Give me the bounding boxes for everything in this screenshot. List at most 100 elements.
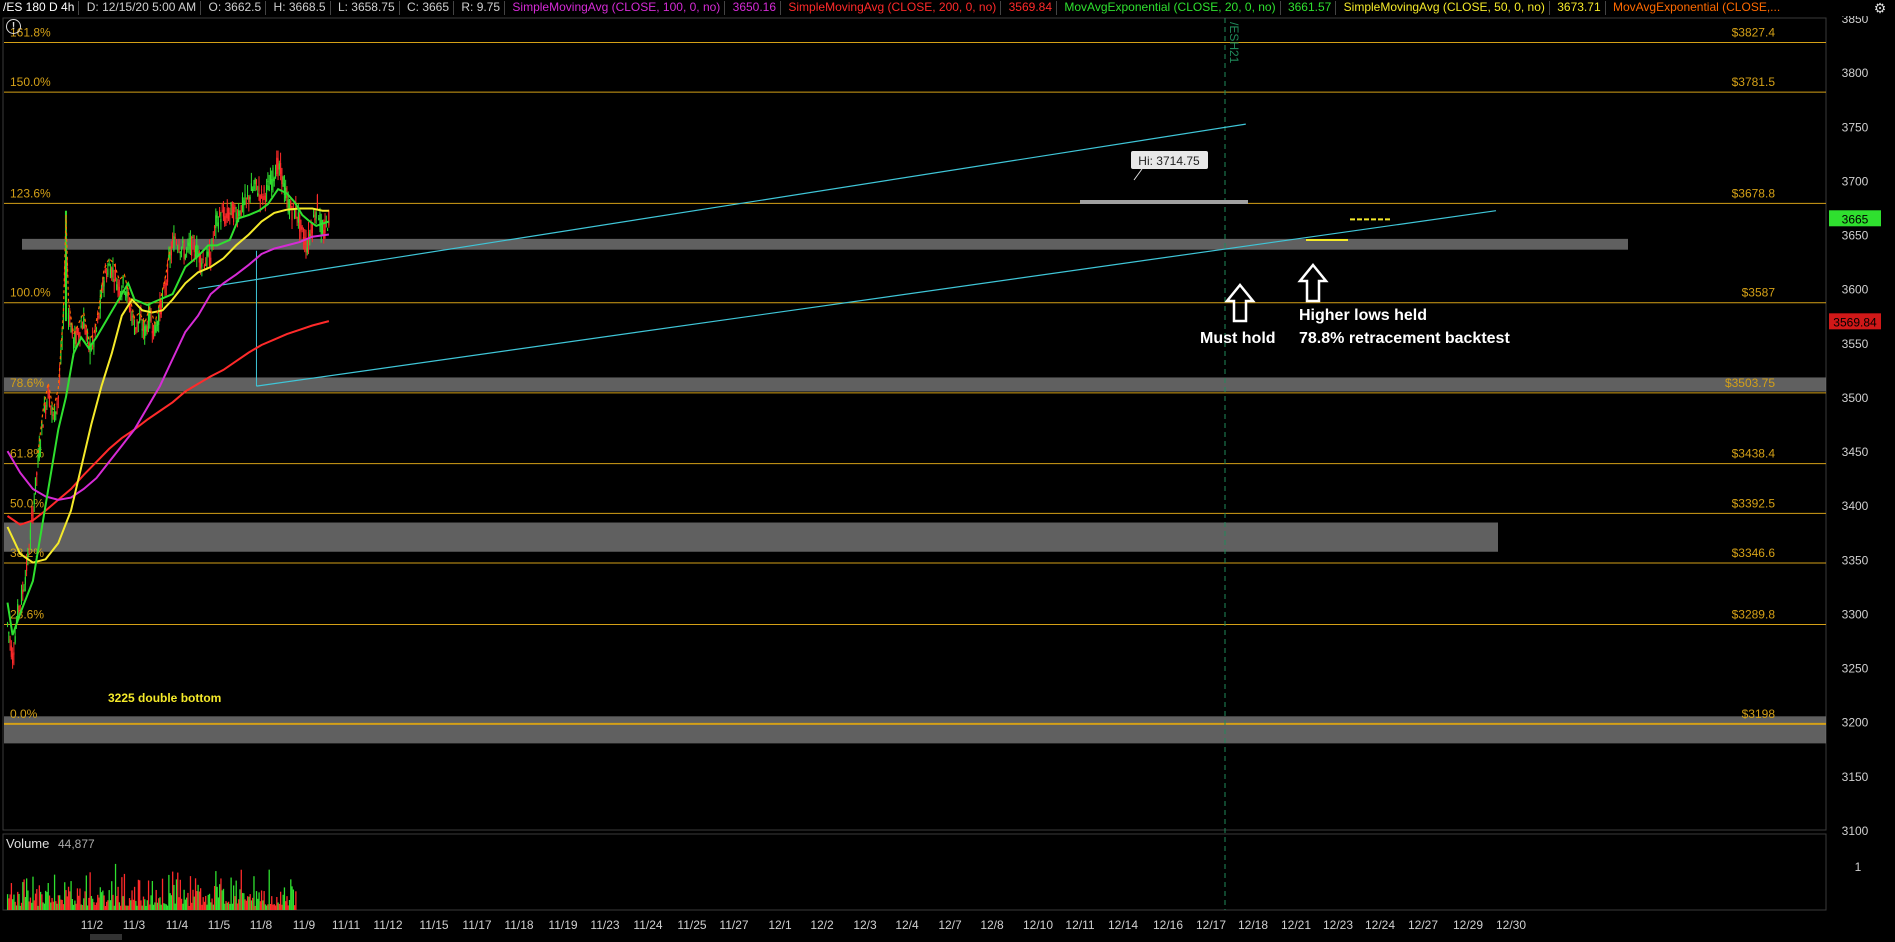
candle-body [225,214,227,218]
candle-body [201,262,203,267]
volume-bar [173,884,175,910]
candle-body [163,284,165,287]
volume-bar [38,885,40,910]
volume-bar [172,871,174,910]
candles-group [6,150,330,669]
volume-bar [222,888,225,910]
candle-body [81,325,84,330]
candle-body [203,264,205,269]
candle-body [78,332,80,337]
volume-bar [259,901,261,910]
candle-body [97,316,99,318]
volume-bar [12,899,14,910]
price-chart[interactable]: 161.8% $3827.4150.0% $3781.5123.6% $3678.81… [0,0,1895,942]
volume-bar [126,905,128,910]
fib-percent-label: 123.6% [10,186,51,200]
candle-body [106,273,108,280]
candle-body [258,186,260,192]
price-tag-label: 3665 [1842,212,1869,226]
candle-body [116,284,118,290]
study-ema-label[interactable]: MovAvgExponential (CLOSE,... [1610,0,1783,15]
volume-bar [170,895,173,910]
candle-body [19,605,21,607]
x-tick-label: 11/5 [208,918,231,932]
volume-bar [59,895,61,910]
higher-lows-label: Higher lows held [1299,307,1427,324]
candle-body [299,214,301,232]
candle-body [202,258,204,260]
volume-bar [6,894,9,910]
volume-bar [10,883,13,910]
volume-bar [151,881,154,910]
x-tick-label: 12/29 [1453,918,1483,932]
channel-lower-line [256,210,1497,387]
sma200-line [6,320,330,526]
volume-bar [163,903,165,910]
volume-bar [31,902,33,910]
volume-bar [168,874,170,910]
candle-body [268,185,270,192]
candle-body [146,326,148,332]
horizontal-scrollbar[interactable] [90,934,122,940]
study-sma200-label[interactable]: SimpleMovingAvg (CLOSE, 200, 0, no) [785,0,999,15]
candle-body [111,267,113,278]
volume-bar [93,902,95,910]
candle-body [141,328,143,331]
fib-price-label: $3503.75 [1725,376,1775,390]
volume-bar [86,905,89,910]
volume-bar [41,894,43,910]
x-tick-label: 11/12 [373,918,402,932]
volume-bar [94,905,96,910]
volume-bar [215,871,217,910]
volume-bar [283,887,286,910]
candle-body [240,205,242,215]
volume-bar [188,905,190,910]
volume-bar [25,878,28,910]
volume-bar [131,890,133,910]
volume-bar [255,891,258,910]
candle-body [290,200,292,210]
volume-bar [128,898,131,910]
candle-body [295,206,297,218]
volume-bar [154,902,156,910]
candle-body [187,242,189,246]
volume-bar [184,899,187,910]
volume-bar [220,878,222,910]
y-tick-label: 3750 [1842,120,1869,134]
symbol-label[interactable]: /ES 180 D 4h [0,0,77,15]
candle-body [136,319,138,328]
study-sma50-label[interactable]: SimpleMovingAvg (CLOSE, 50, 0, no) [1341,0,1548,15]
y-tick-label: 3550 [1842,337,1869,351]
candle-body [241,197,244,211]
candle-body [122,275,124,285]
study-sma100-label[interactable]: SimpleMovingAvg (CLOSE, 100, 0, no) [509,0,723,15]
candle-body [229,212,231,215]
candle-body [301,226,303,230]
volume-bar [293,905,296,910]
fib-percent-label: 150.0% [10,75,51,89]
gear-icon[interactable]: ⚙ [1867,0,1893,16]
info-icon[interactable]: ! [6,19,21,34]
volume-bar [179,879,181,910]
fib-price-label: $3289.8 [1732,608,1776,622]
support-zone [4,522,1498,552]
volume-label: Volume [6,836,50,851]
fib-price-label: $3587 [1742,286,1776,300]
y-tick-label: 3100 [1842,824,1869,838]
candle-body [39,446,42,450]
volume-bar [43,903,46,910]
volume-bar [234,896,236,910]
candle-body [159,301,161,315]
close-label: C: 3665 [407,0,450,14]
volume-bar [182,903,184,910]
candle-body [213,226,216,229]
volume-bar [282,894,284,910]
candle-body [177,247,179,249]
volume-bar [285,901,287,910]
volume-bar [135,900,137,910]
study-ema20-label[interactable]: MovAvgExponential (CLOSE, 20, 0, no) [1061,0,1278,15]
volume-bar [119,905,122,910]
candle-body [233,207,235,223]
x-tick-label: 11/2 [81,918,104,932]
volume-bar [249,894,251,910]
